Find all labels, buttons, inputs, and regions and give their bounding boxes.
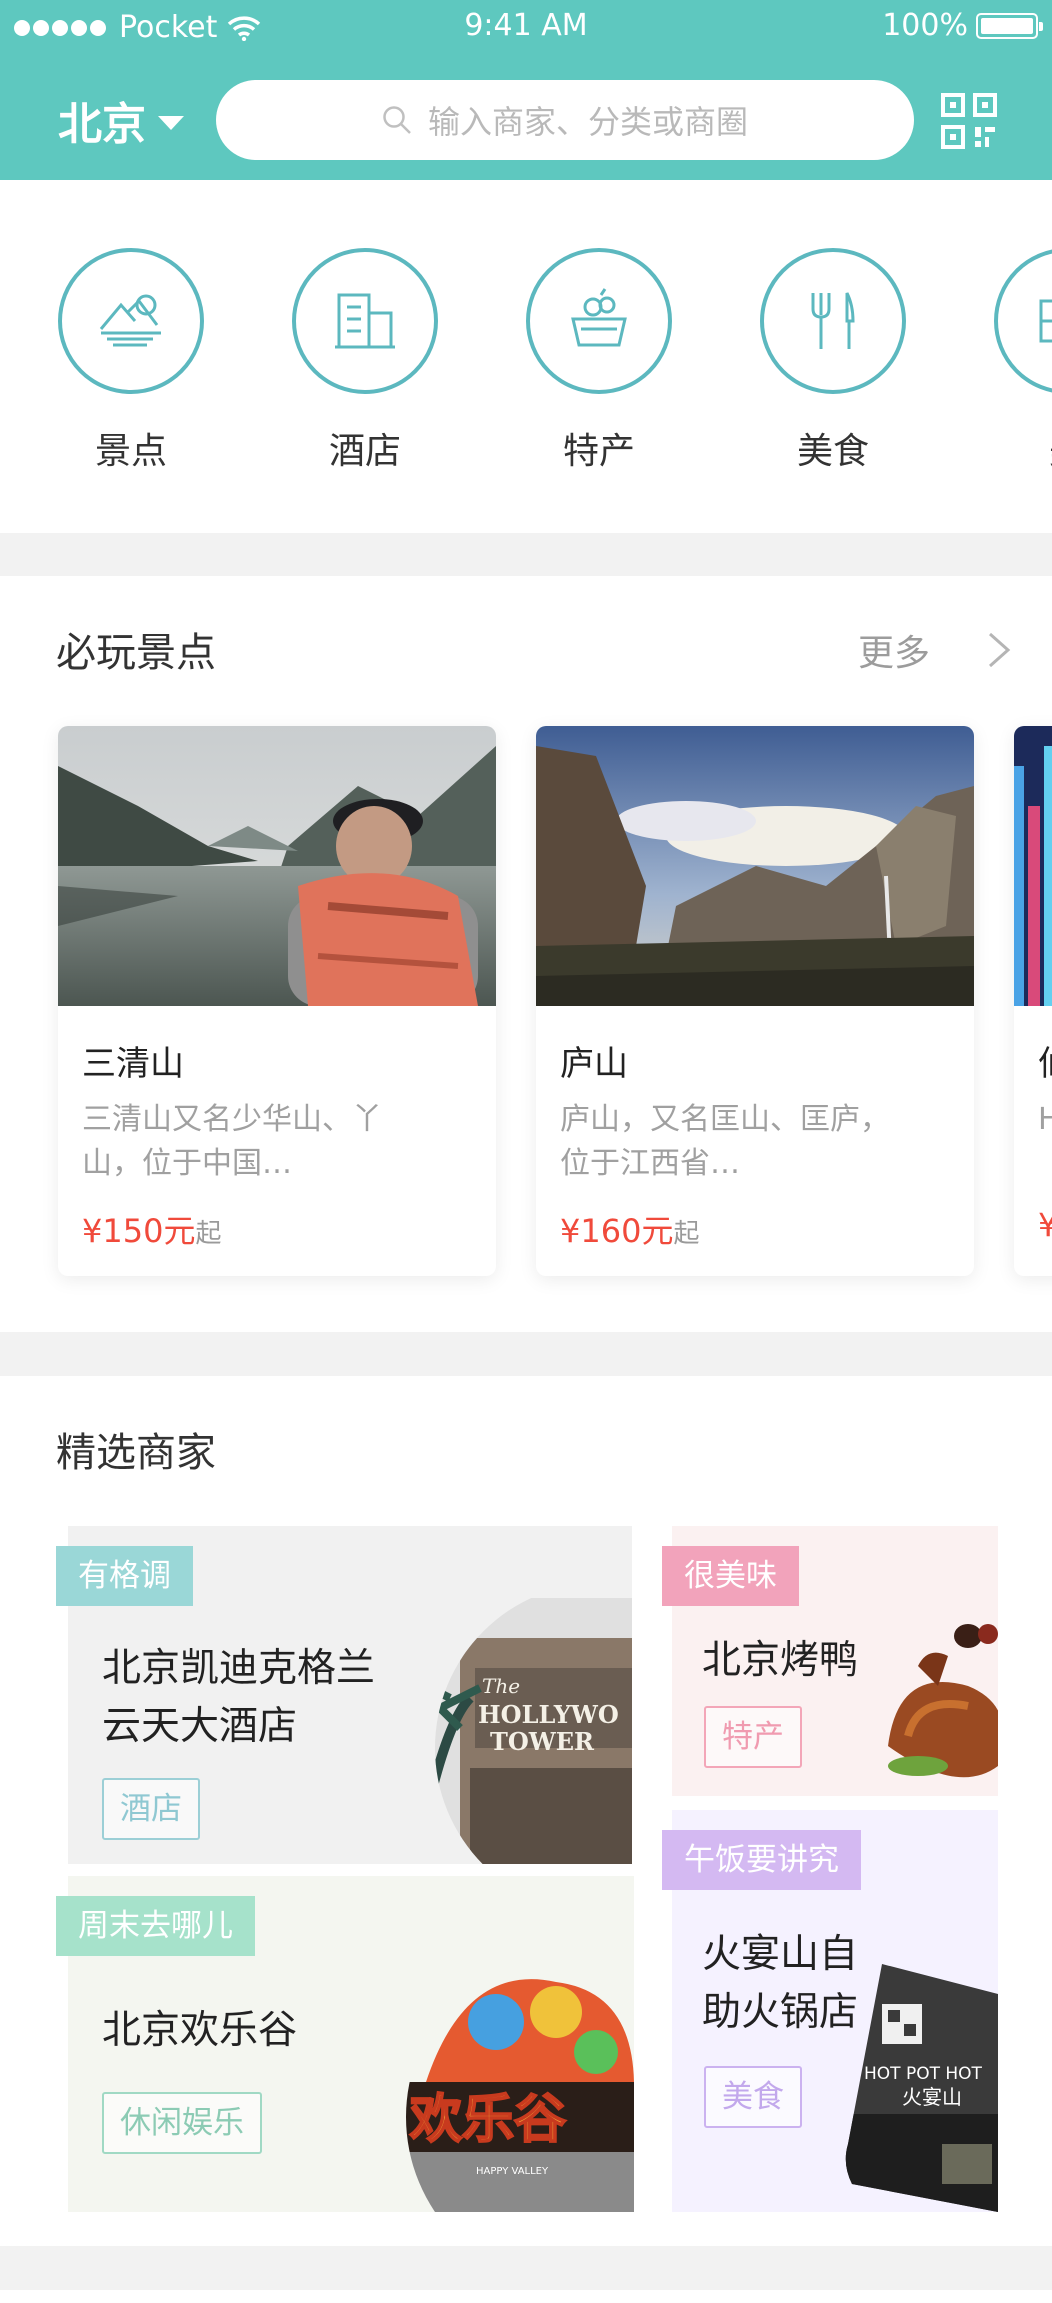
merchant-tag: 周末去哪儿 <box>56 1896 255 1956</box>
food-icon <box>811 292 855 349</box>
price-value: ¥160元 <box>560 1212 674 1250</box>
merchant-card-hotel[interactable]: 有格调 北京凯迪克格兰 云天大酒店 酒店 The HOLLYWO TOWER <box>56 1526 632 1864</box>
battery-icon <box>976 12 1043 39</box>
spot-description: H C <box>1038 1102 1052 1137</box>
category-specialty[interactable]: 特产 <box>526 248 672 474</box>
hotel-icon <box>335 293 395 349</box>
category-scenery[interactable]: 景点 <box>58 248 204 474</box>
merchant-tag: 午饭要讲究 <box>662 1830 861 1890</box>
search-bar[interactable]: 输入商家、分类或商圈 <box>216 80 914 160</box>
category-label: 特产 <box>562 431 635 472</box>
svg-text:The: The <box>482 1674 520 1698</box>
merchant-image: 欢乐谷 HAPPY VALLEY <box>406 1947 634 2212</box>
category-label: 景点 <box>94 431 167 472</box>
category-more[interactable]: 美 <box>994 248 1052 474</box>
more-link[interactable]: 更多 <box>858 624 1012 676</box>
svg-text:HOT POT HOT: HOT POT HOT <box>864 2064 983 2084</box>
merchant-image: The HOLLYWO TOWER <box>435 1598 632 1864</box>
battery-percent: 100% <box>882 8 968 43</box>
spot-price: ¥ <box>1038 1206 1052 1244</box>
spot-description: 庐山，又名匡山、匡庐，位于江西省… <box>560 1102 890 1181</box>
qr-code-icon[interactable] <box>940 92 998 150</box>
section-title: 必玩景点 <box>56 630 216 676</box>
merchant-tag: 很美味 <box>662 1546 799 1606</box>
merchant-name: 北京烤鸭 <box>702 1638 859 1683</box>
category-hotel[interactable]: 酒店 <box>292 248 438 474</box>
scenery-icon <box>99 294 161 347</box>
chevron-right-icon <box>989 632 1011 668</box>
top-header: Pocket 9:41 AM 100% 北京 输入商家、分类或商圈 <box>0 0 1052 180</box>
merchant-category-badge: 特产 <box>704 1706 802 1768</box>
spot-card[interactable]: 庐山 庐山，又名匡山、匡庐，位于江西省… ¥160元起 <box>536 726 974 1276</box>
price-value: ¥150元 <box>82 1212 196 1250</box>
caret-down-icon <box>158 116 184 130</box>
merchant-card-hotpot[interactable]: 午饭要讲究 火宴山自 助火锅店 美食 HOT POT HOT 火宴山 <box>662 1810 998 2212</box>
price-suffix: 起 <box>195 1219 222 1249</box>
merchant-name: 火宴山自 助火锅店 <box>702 1932 859 2035</box>
city-selector[interactable]: 北京 <box>58 88 184 152</box>
merchant-name: 北京欢乐谷 <box>102 2008 298 2053</box>
category-bar: 景点 酒店 特产 美食 <box>0 180 1052 533</box>
search-placeholder: 输入商家、分类或商圈 <box>427 103 748 141</box>
merchant-card-happy-valley[interactable]: 周末去哪儿 北京欢乐谷 休闲娱乐 欢乐谷 HAPPY VALLEY <box>56 1876 634 2212</box>
spot-name: 三清山 <box>82 1044 184 1084</box>
more-label: 更多 <box>857 633 930 674</box>
spot-price: ¥150元起 <box>82 1206 221 1252</box>
spot-image <box>536 726 974 1006</box>
next-section-edge <box>0 2290 1052 2303</box>
spot-card[interactable]: 三清山 三清山又名少华山、丫山，位于中国… ¥150元起 <box>58 726 496 1276</box>
price-value: ¥ <box>1038 1206 1052 1244</box>
category-food[interactable]: 美食 <box>760 248 906 474</box>
price-suffix: 起 <box>673 1219 700 1249</box>
spot-card[interactable]: 仙 H C ¥ <box>1014 726 1052 1276</box>
must-play-section: 必玩景点 更多 三清山 三清山又名少华山、丫山，位于中国… ¥150元起 庐山 … <box>0 576 1052 1332</box>
merchant-image <box>888 1624 998 1778</box>
svg-text:欢乐谷: 欢乐谷 <box>409 2090 566 2150</box>
merchant-image: HOT POT HOT 火宴山 <box>845 1964 998 2212</box>
svg-text:TOWER: TOWER <box>490 1727 595 1756</box>
merchant-category-badge: 休闲娱乐 <box>102 2092 262 2154</box>
category-label: 美 <box>994 422 1052 474</box>
search-icon <box>383 106 411 134</box>
city-label: 北京 <box>58 99 146 150</box>
category-label: 酒店 <box>328 431 401 472</box>
merchant-category-badge: 酒店 <box>102 1778 200 1840</box>
status-bar: Pocket 9:41 AM 100% <box>0 0 1052 56</box>
specialty-icon <box>571 288 627 347</box>
svg-text:HAPPY VALLEY: HAPPY VALLEY <box>476 2166 549 2177</box>
category-label: 美食 <box>796 431 869 472</box>
spot-image <box>1014 726 1052 1006</box>
spot-price: ¥160元起 <box>560 1206 699 1252</box>
merchant-category-badge: 美食 <box>704 2066 802 2128</box>
merchant-card-duck[interactable]: 很美味 北京烤鸭 特产 <box>662 1526 998 1796</box>
spot-name: 仙 <box>1038 1036 1052 1085</box>
section-title: 精选商家 <box>56 1430 216 1476</box>
featured-merchants-section: 精选商家 有格调 北京凯迪克格兰 云天大酒店 酒店 The HOLLYWO TO… <box>0 1376 1052 2246</box>
spot-name: 庐山 <box>560 1044 628 1084</box>
svg-text:火宴山: 火宴山 <box>902 2085 962 2109</box>
merchant-tag: 有格调 <box>56 1546 193 1606</box>
battery-status: 100% <box>882 8 1043 43</box>
spot-image <box>58 726 496 1006</box>
merchant-name: 北京凯迪克格兰 云天大酒店 <box>102 1646 376 1749</box>
category-icon <box>1039 299 1052 343</box>
spot-description: 三清山又名少华山、丫山，位于中国… <box>82 1102 382 1181</box>
svg-text:HOLLYWO: HOLLYWO <box>478 1700 619 1729</box>
